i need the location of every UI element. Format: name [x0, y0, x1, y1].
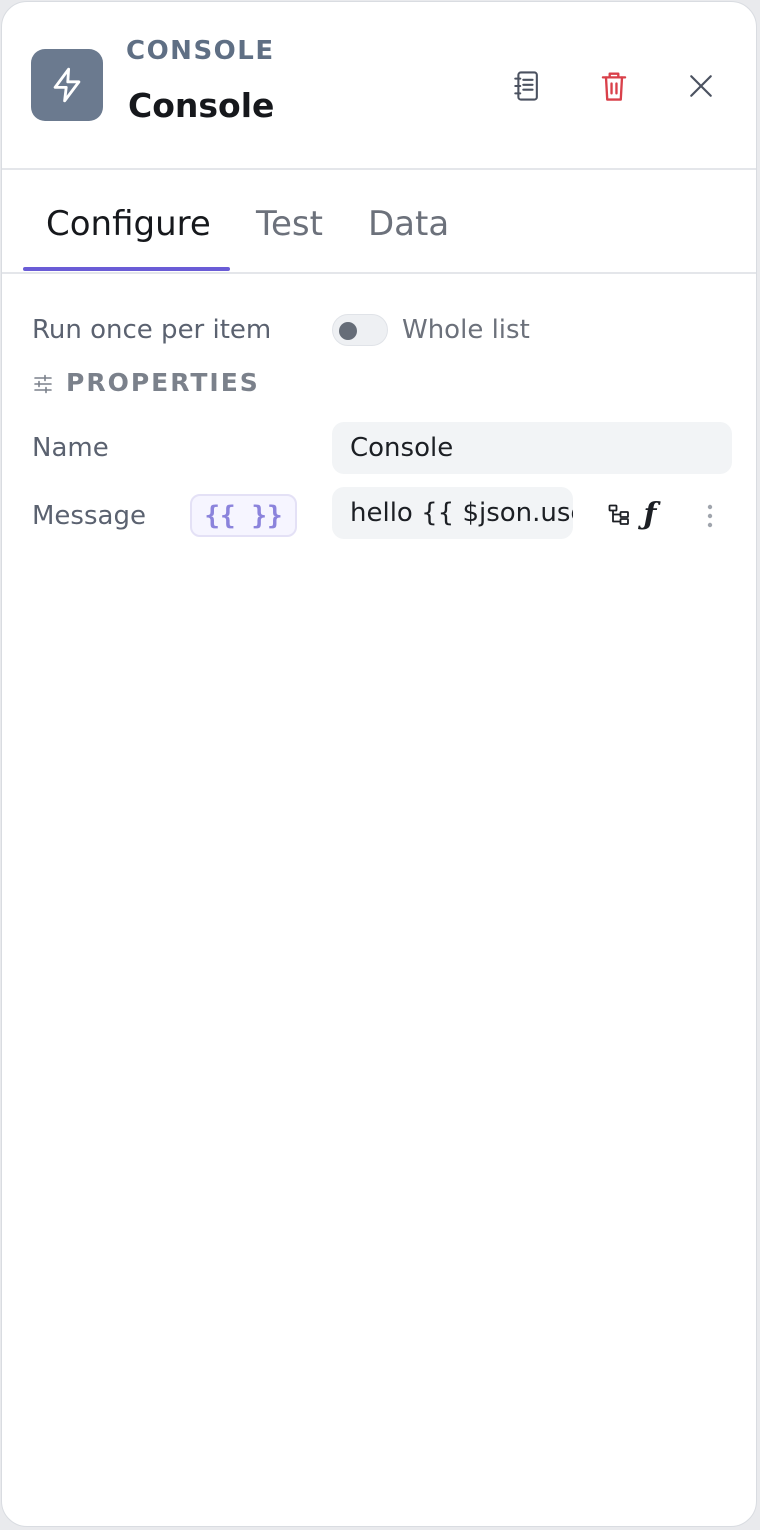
tab-test[interactable]: Test — [256, 204, 323, 244]
function-icon: ƒ — [643, 497, 657, 532]
delete-node-button[interactable] — [592, 64, 636, 108]
node-type-label: CONSOLE — [126, 36, 275, 66]
name-field-label: Name — [32, 433, 109, 463]
tab-bar: Configure Test Data — [2, 170, 756, 274]
tab-data[interactable]: Data — [368, 204, 449, 244]
notebook-icon — [512, 70, 542, 102]
sliders-icon — [33, 374, 53, 398]
more-vertical-icon — [707, 504, 713, 528]
active-tab-indicator — [23, 267, 230, 271]
node-settings-panel: CONSOLE Console Configure Test Data Run … — [1, 1, 757, 1527]
tree-structure-icon — [607, 503, 631, 527]
toggle-label: Whole list — [402, 315, 530, 345]
properties-section-title: PROPERTIES — [66, 368, 260, 397]
close-panel-button[interactable] — [679, 64, 723, 108]
run-mode-label: Run once per item — [32, 315, 272, 345]
trash-icon — [600, 70, 628, 102]
variable-picker-button[interactable] — [605, 501, 633, 529]
tab-configure[interactable]: Configure — [46, 204, 211, 244]
lightning-bolt-icon — [31, 49, 103, 121]
notes-button[interactable] — [505, 64, 549, 108]
run-mode-toggle[interactable] — [332, 314, 388, 346]
more-options-button[interactable] — [698, 502, 722, 530]
panel-header: CONSOLE Console — [2, 2, 756, 170]
close-icon — [688, 73, 714, 99]
expression-toggle-button[interactable]: {{ }} — [190, 494, 297, 537]
node-title: Console — [128, 86, 275, 125]
name-input[interactable]: Console — [332, 422, 732, 474]
function-button[interactable]: ƒ — [638, 498, 662, 532]
message-input[interactable]: hello {{ $json.use — [332, 487, 573, 539]
toggle-knob — [339, 322, 357, 340]
message-field-label: Message — [32, 501, 146, 531]
